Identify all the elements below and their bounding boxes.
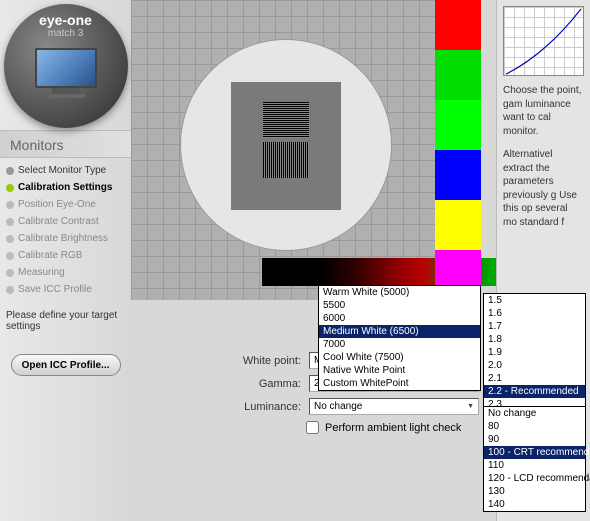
step-5: Calibrate RGB: [0, 247, 131, 264]
gamma-label: Gamma:: [131, 378, 309, 390]
step-7: Save ICC Profile: [0, 281, 131, 298]
brand-subtitle: match 3: [4, 28, 128, 39]
dropdown-option[interactable]: 140: [484, 498, 585, 511]
help-text: Choose the point, gam luminance want to …: [497, 84, 590, 229]
dropdown-option[interactable]: 120 - LCD recommendation: [484, 472, 585, 485]
dropdown-option[interactable]: 100 - CRT recommendation: [484, 446, 585, 459]
dropdown-option[interactable]: Medium White (6500): [319, 325, 480, 338]
step-4: Calibrate Brightness: [0, 230, 131, 247]
color-swatches: [435, 0, 481, 300]
dropdown-option[interactable]: 80: [484, 420, 585, 433]
whitepoint-dropdown-list[interactable]: Warm White (5000)55006000Medium White (6…: [318, 285, 481, 391]
dropdown-option[interactable]: 7000: [319, 338, 480, 351]
dropdown-option[interactable]: 2.2 - Recommended: [484, 385, 585, 398]
dropdown-option[interactable]: 2.0: [484, 359, 585, 372]
dropdown-option[interactable]: Native White Point: [319, 364, 480, 377]
dropdown-option[interactable]: Warm White (5000): [319, 286, 480, 299]
step-1[interactable]: Calibration Settings: [0, 179, 131, 196]
open-icc-profile-button[interactable]: Open ICC Profile...: [11, 354, 121, 376]
luminance-dropdown-list[interactable]: No change8090100 - CRT recommendation110…: [483, 406, 586, 512]
dropdown-option[interactable]: 110: [484, 459, 585, 472]
step-0[interactable]: Select Monitor Type: [0, 162, 131, 179]
gamma-dropdown-list[interactable]: 1.51.61.71.81.92.02.12.2 - Recommended2.…: [483, 293, 586, 412]
ambient-light-checkbox[interactable]: [306, 421, 319, 434]
calibration-preview: [131, 0, 481, 300]
curve-preview: [503, 6, 584, 76]
luminance-select[interactable]: No change▼: [309, 398, 479, 415]
monitor-icon: [30, 48, 102, 104]
dropdown-option[interactable]: Custom WhitePoint: [319, 377, 480, 390]
step-2: Position Eye-One: [0, 196, 131, 213]
dropdown-option[interactable]: 90: [484, 433, 585, 446]
step-3: Calibrate Contrast: [0, 213, 131, 230]
dropdown-option[interactable]: 1.7: [484, 320, 585, 333]
dropdown-option[interactable]: 5500: [319, 299, 480, 312]
dropdown-option[interactable]: 1.6: [484, 307, 585, 320]
dropdown-option[interactable]: Cool White (7500): [319, 351, 480, 364]
dropdown-option[interactable]: 2.1: [484, 372, 585, 385]
whitepoint-label: White point:: [131, 355, 309, 367]
luminance-label: Luminance:: [131, 401, 309, 413]
dropdown-option[interactable]: 130: [484, 485, 585, 498]
dropdown-option[interactable]: 1.9: [484, 346, 585, 359]
dropdown-option[interactable]: 1.8: [484, 333, 585, 346]
dropdown-option[interactable]: 6000: [319, 312, 480, 325]
instruction-text: Please define your target settings: [0, 302, 131, 340]
chevron-down-icon: ▼: [467, 403, 474, 410]
section-header: Monitors: [0, 130, 131, 158]
step-list: Select Monitor TypeCalibration SettingsP…: [0, 158, 131, 302]
step-6: Measuring: [0, 264, 131, 281]
ambient-light-label: Perform ambient light check: [325, 422, 461, 434]
horizontal-lines-pattern: [263, 102, 309, 138]
dropdown-option[interactable]: No change: [484, 407, 585, 420]
sidebar: eye-one match 3 Monitors Select Monitor …: [0, 0, 131, 521]
vertical-lines-pattern: [263, 142, 309, 178]
brand-name: eye-one: [4, 12, 128, 28]
brand-badge: eye-one match 3: [4, 4, 128, 128]
dropdown-option[interactable]: 1.5: [484, 294, 585, 307]
